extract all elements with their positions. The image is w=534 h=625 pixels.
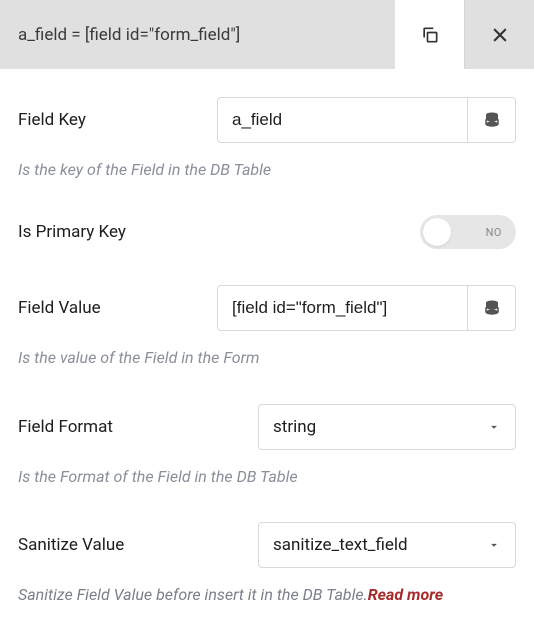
field-value-row: Field Value: [18, 285, 516, 331]
field-key-row: Field Key: [18, 97, 516, 143]
field-value-input[interactable]: [218, 286, 467, 330]
header: a_field = [field id="form_field"]: [0, 0, 534, 69]
field-key-input[interactable]: [218, 98, 467, 142]
sanitize-value-help: Sanitize Field Value before insert it in…: [18, 584, 516, 606]
is-primary-key-label: Is Primary Key: [18, 222, 258, 242]
close-icon: [490, 25, 510, 45]
header-title: a_field = [field id="form_field"]: [0, 0, 394, 69]
content: Field Key Is the key: [0, 69, 534, 625]
field-format-row: Field Format string: [18, 404, 516, 450]
chevron-down-icon: [487, 420, 501, 434]
toggle-off-label: NO: [486, 226, 502, 239]
close-button[interactable]: [464, 0, 534, 69]
field-key-input-group: [217, 97, 516, 143]
sanitize-value-row: Sanitize Value sanitize_text_field: [18, 522, 516, 568]
field-format-help: Is the Format of the Field in the DB Tab…: [18, 466, 516, 488]
database-icon: [483, 299, 501, 317]
field-key-label: Field Key: [18, 110, 217, 130]
read-more-link[interactable]: Read more: [368, 585, 443, 604]
field-value-input-group: [217, 285, 516, 331]
field-format-label: Field Format: [18, 417, 258, 437]
field-key-db-button[interactable]: [467, 98, 515, 142]
sanitize-value-label: Sanitize Value: [18, 535, 258, 555]
field-format-value: string: [273, 417, 316, 437]
field-key-help: Is the key of the Field in the DB Table: [18, 159, 516, 181]
database-icon: [483, 111, 501, 129]
is-primary-key-row: Is Primary Key NO: [18, 215, 516, 249]
sanitize-value-help-text: Sanitize Field Value before insert it in…: [18, 585, 368, 604]
copy-icon: [420, 25, 440, 45]
field-value-db-button[interactable]: [467, 286, 515, 330]
field-value-help: Is the value of the Field in the Form: [18, 347, 516, 369]
field-value-label: Field Value: [18, 298, 217, 318]
sanitize-value-select[interactable]: sanitize_text_field: [258, 522, 516, 568]
copy-button[interactable]: [394, 0, 464, 69]
field-format-select[interactable]: string: [258, 404, 516, 450]
is-primary-key-toggle[interactable]: NO: [420, 215, 516, 249]
chevron-down-icon: [487, 538, 501, 552]
sanitize-value-value: sanitize_text_field: [273, 535, 408, 555]
toggle-knob: [423, 218, 451, 246]
